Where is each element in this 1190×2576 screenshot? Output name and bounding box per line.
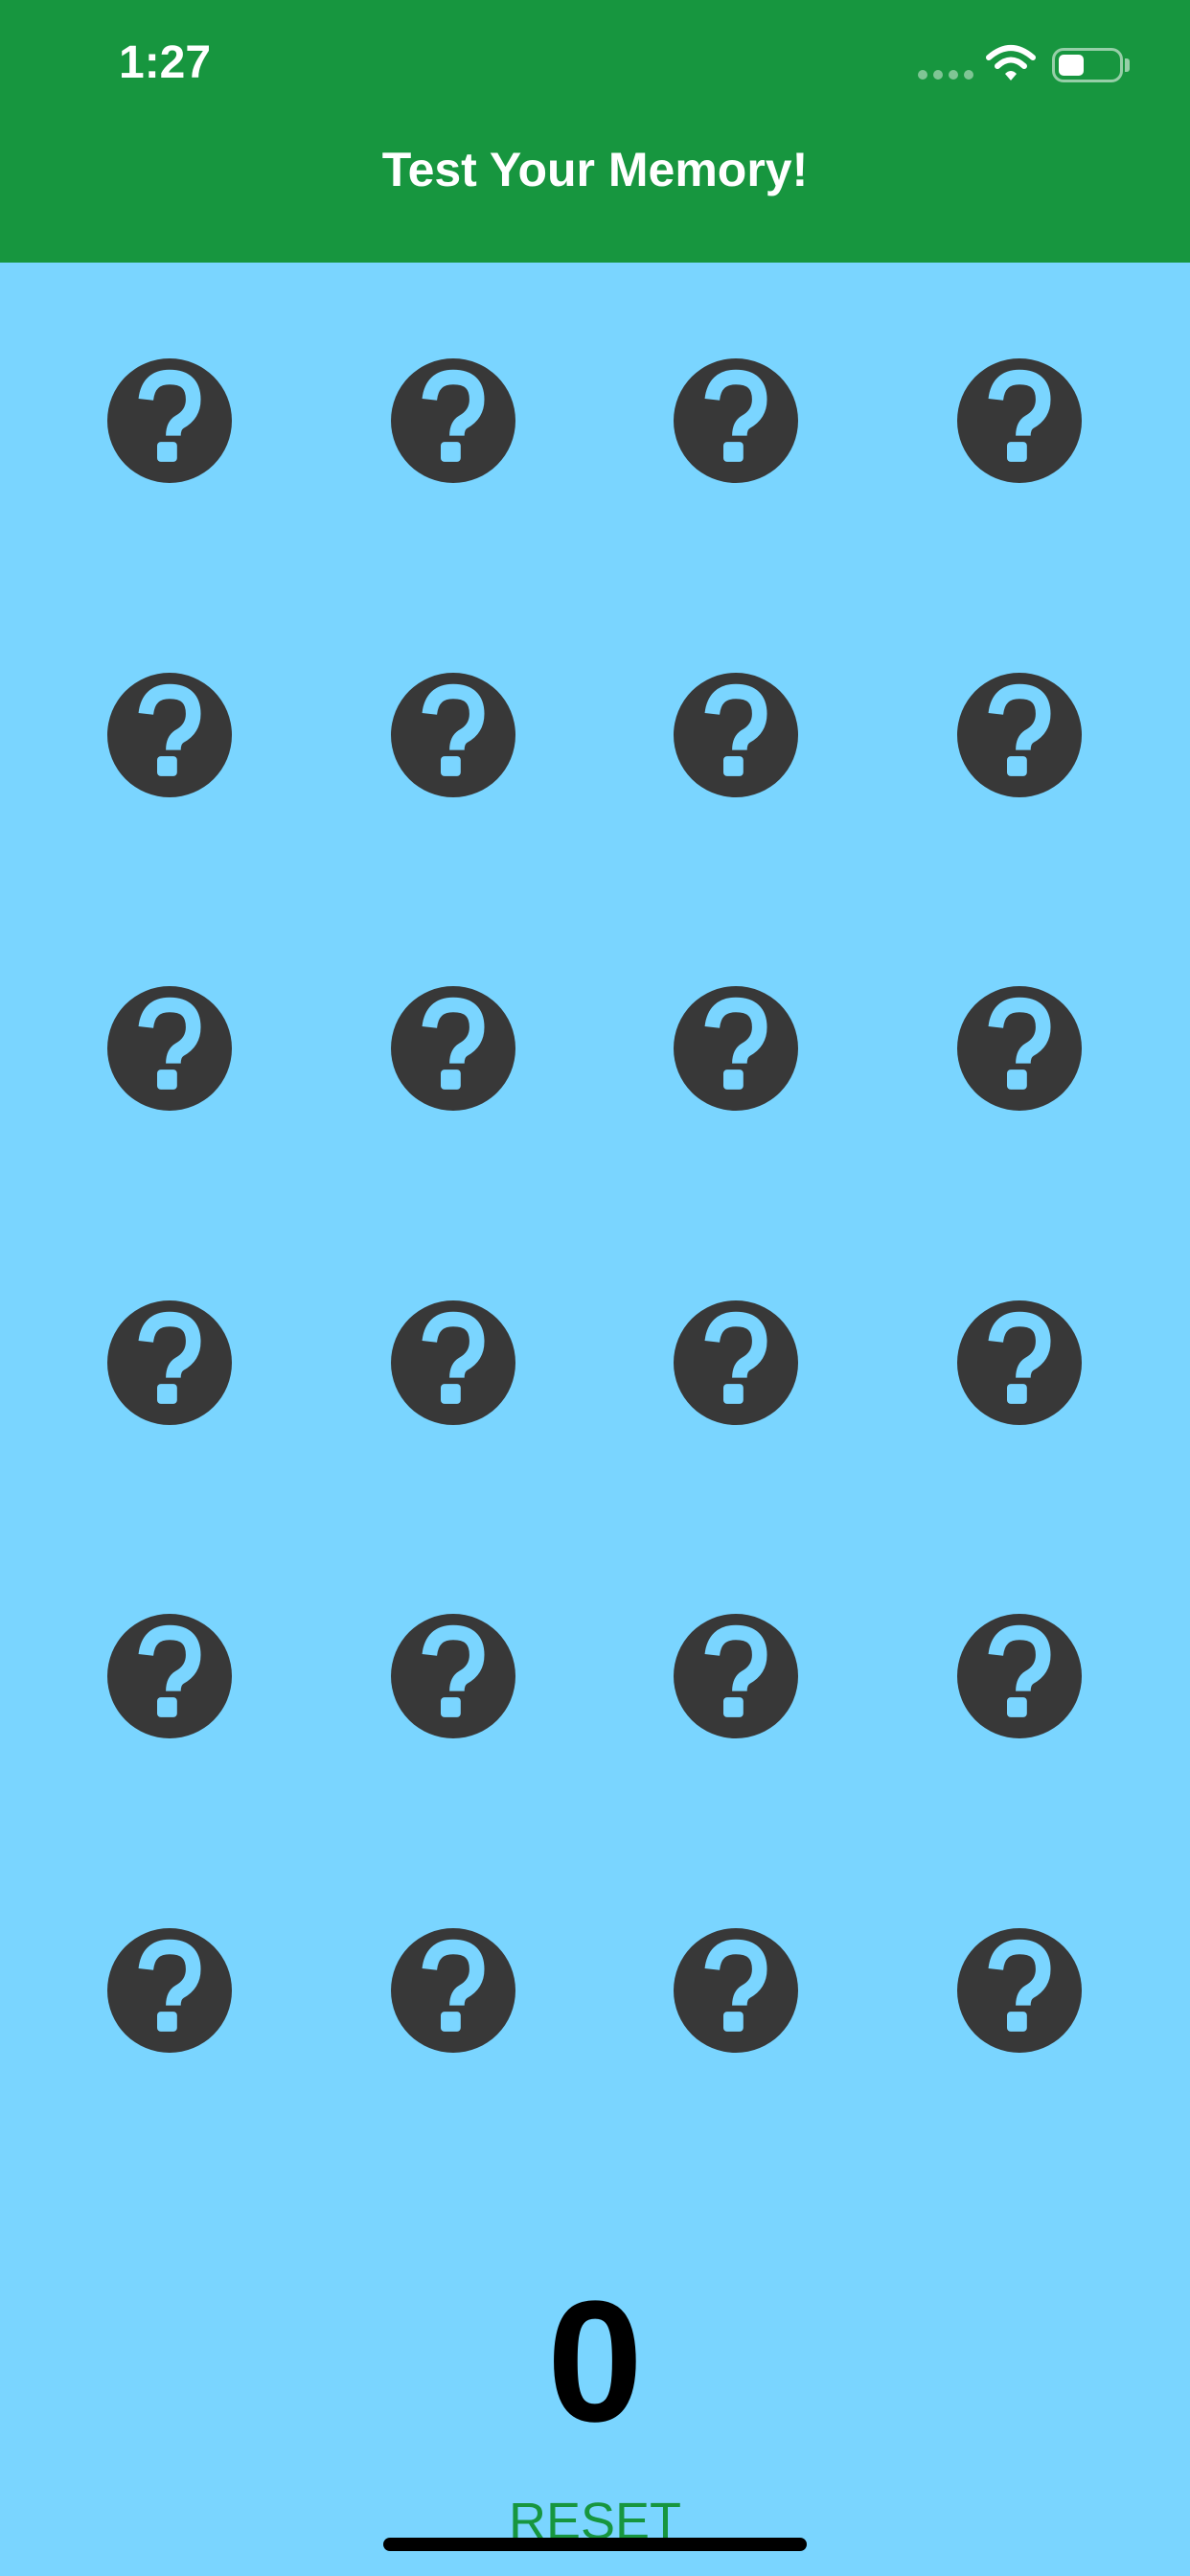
memory-card[interactable]: [674, 1928, 798, 2053]
memory-card[interactable]: [957, 1614, 1082, 1739]
memory-card[interactable]: [957, 1928, 1082, 2053]
cellular-dots-icon: [918, 70, 973, 80]
memory-card[interactable]: [391, 358, 515, 483]
question-mark-circle-icon: [957, 672, 1082, 797]
question-mark-circle-icon: [391, 1614, 515, 1739]
wifi-icon: [986, 45, 1036, 80]
question-mark-circle-icon: [107, 358, 232, 483]
question-mark-circle-icon: [957, 1928, 1082, 2053]
question-mark-circle-icon: [674, 672, 798, 797]
question-mark-circle-icon: [391, 1928, 515, 2053]
memory-card[interactable]: [674, 986, 798, 1112]
memory-card[interactable]: [391, 1614, 515, 1739]
memory-card[interactable]: [391, 1300, 515, 1425]
memory-card[interactable]: [107, 1928, 232, 2053]
page-title: Test Your Memory!: [381, 143, 809, 196]
question-mark-circle-icon: [391, 358, 515, 483]
question-mark-circle-icon: [674, 1928, 798, 2053]
memory-card[interactable]: [107, 986, 232, 1112]
question-mark-circle-icon: [674, 986, 798, 1112]
memory-card[interactable]: [391, 986, 515, 1112]
memory-card[interactable]: [674, 1614, 798, 1739]
question-mark-circle-icon: [391, 986, 515, 1112]
memory-card[interactable]: [957, 672, 1082, 797]
score-counter: 0: [546, 2266, 644, 2458]
status-time: 1:27: [119, 37, 212, 88]
memory-card[interactable]: [107, 358, 232, 483]
memory-card[interactable]: [391, 1928, 515, 2053]
question-mark-circle-icon: [957, 1300, 1082, 1425]
question-mark-circle-icon: [107, 1928, 232, 2053]
question-mark-circle-icon: [107, 1614, 232, 1739]
memory-card[interactable]: [957, 1300, 1082, 1425]
memory-card[interactable]: [107, 672, 232, 797]
memory-card[interactable]: [107, 1614, 232, 1739]
question-mark-circle-icon: [107, 672, 232, 797]
battery-icon: [1052, 48, 1123, 82]
question-mark-circle-icon: [674, 1300, 798, 1425]
question-mark-circle-icon: [957, 986, 1082, 1112]
memory-card[interactable]: [674, 1300, 798, 1425]
memory-card[interactable]: [107, 1300, 232, 1425]
memory-card[interactable]: [391, 672, 515, 797]
question-mark-circle-icon: [391, 672, 515, 797]
memory-card[interactable]: [957, 358, 1082, 483]
question-mark-circle-icon: [957, 358, 1082, 483]
question-mark-circle-icon: [957, 1614, 1082, 1739]
battery-cap: [1125, 58, 1130, 72]
question-mark-circle-icon: [674, 358, 798, 483]
memory-card[interactable]: [674, 672, 798, 797]
question-mark-circle-icon: [391, 1300, 515, 1425]
question-mark-circle-icon: [674, 1614, 798, 1739]
memory-card[interactable]: [957, 986, 1082, 1112]
memory-card[interactable]: [674, 358, 798, 483]
home-indicator: [383, 2538, 807, 2551]
question-mark-circle-icon: [107, 986, 232, 1112]
navigation-header: 1:27 Test Your Memory!: [0, 0, 1190, 263]
question-mark-circle-icon: [107, 1300, 232, 1425]
